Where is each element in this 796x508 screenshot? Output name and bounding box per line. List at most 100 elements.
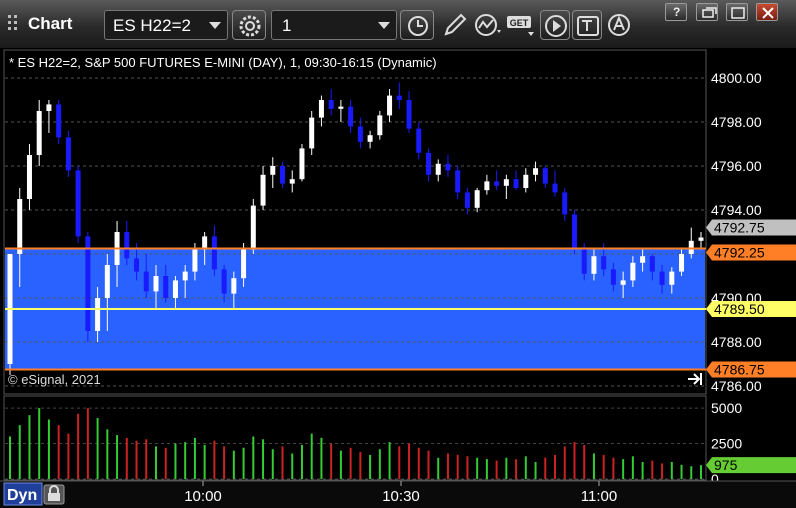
candle-body — [85, 236, 91, 331]
candle-body — [143, 271, 149, 292]
candle-body — [464, 192, 470, 208]
last-price-label: 4792.75 — [714, 220, 765, 236]
candle-body — [387, 95, 393, 116]
candle-body — [221, 269, 227, 294]
candle-body — [17, 199, 23, 254]
lock-button[interactable] — [43, 484, 65, 505]
candle-body — [367, 135, 373, 142]
interval-value: 1 — [282, 16, 292, 35]
volume-tick-label: 5000 — [711, 400, 742, 416]
candle-body — [396, 95, 402, 100]
candle-body — [581, 247, 587, 274]
candle-body — [571, 214, 577, 248]
close-button[interactable] — [756, 3, 778, 21]
maximize-button[interactable] — [726, 3, 748, 21]
chevron-down-icon — [378, 22, 390, 29]
symbol-dropdown[interactable]: ES H22=2 — [104, 10, 228, 40]
candle-body — [698, 237, 704, 241]
time-button[interactable] — [400, 10, 434, 40]
draw-tool-button[interactable] — [440, 10, 470, 40]
candle-body — [338, 106, 344, 109]
help-button[interactable]: ? — [665, 3, 687, 21]
candle-body — [211, 236, 217, 270]
candle-body — [260, 174, 266, 206]
candle-body — [172, 280, 178, 298]
candle-body — [309, 117, 315, 149]
price-tick-label: 4788.00 — [711, 334, 762, 350]
volume-tick-label: 2500 — [711, 436, 742, 452]
candle-body — [620, 280, 626, 285]
settings-button[interactable] — [232, 10, 266, 40]
candle-body — [523, 174, 529, 188]
candle-body — [445, 163, 451, 171]
candle-body — [610, 269, 616, 285]
price-tick-label: 4786.00 — [711, 378, 762, 394]
candle-body — [270, 166, 276, 175]
candle-body — [513, 179, 519, 188]
last-price-marker: 4792.75 — [706, 219, 796, 236]
lower-line-marker: 4786.75 — [706, 361, 796, 378]
mid-line-marker: 4789.50 — [706, 301, 796, 317]
candle-body — [46, 104, 52, 111]
candle-body — [65, 137, 71, 171]
volume-last-label: 975 — [714, 457, 738, 473]
time-tick-label: 10:00 — [184, 488, 222, 505]
get-button[interactable]: GET — [506, 10, 536, 40]
candle-body — [318, 100, 324, 118]
text-icon — [577, 16, 599, 36]
candle-body — [377, 115, 383, 136]
candle-body — [425, 152, 431, 175]
interval-dropdown[interactable]: 1 — [271, 10, 397, 40]
dyn-label: Dyn — [7, 487, 37, 504]
candle-body — [56, 104, 62, 138]
candle-body — [26, 155, 32, 199]
alert-icon — [608, 14, 630, 36]
restore-button[interactable] — [696, 3, 718, 21]
chart-area[interactable]: * ES H22=2, S&P 500 FUTURES E-MINI (DAY)… — [0, 48, 796, 508]
time-tick-label: 10:30 — [382, 488, 420, 505]
play-button[interactable] — [540, 10, 570, 40]
title-bar: Chart ES H22=2 1 GET ? — [0, 0, 796, 49]
watermark: © eSignal, 2021 — [8, 372, 101, 387]
upper-line-marker: 4792.25 — [706, 244, 796, 261]
candle-body — [348, 106, 354, 127]
candle-body — [659, 271, 665, 285]
candle-body — [552, 183, 558, 193]
grip-icon[interactable] — [7, 14, 21, 32]
candle-body — [182, 271, 188, 281]
play-icon — [545, 15, 567, 37]
candle-body — [357, 126, 363, 142]
candle-body — [163, 276, 169, 298]
candle-body — [250, 205, 256, 250]
candle-body — [484, 181, 490, 191]
candle-body — [542, 168, 548, 184]
candle-body — [562, 192, 568, 215]
candle-body — [36, 111, 42, 155]
candle-body — [192, 249, 198, 272]
chevron-down-icon — [209, 22, 221, 29]
get-label: GET — [510, 18, 529, 28]
study-icon — [475, 14, 501, 36]
candle-body — [75, 170, 81, 237]
study-button[interactable] — [472, 10, 504, 40]
candle-body — [669, 271, 675, 285]
time-tick-label: 11:00 — [581, 488, 617, 505]
candle-body — [649, 256, 655, 272]
candle-body — [124, 232, 130, 259]
candle-body — [630, 262, 636, 281]
clock-icon — [408, 16, 428, 36]
restore-icon — [702, 7, 717, 18]
candle-body — [679, 254, 685, 272]
dyn-button[interactable]: Dyn — [3, 482, 43, 506]
candle-body — [601, 256, 607, 270]
candle-body — [328, 100, 334, 109]
candle-body — [474, 190, 480, 208]
gear-icon — [239, 15, 261, 37]
alert-button[interactable] — [604, 10, 634, 40]
candle-body — [289, 179, 295, 184]
candle-body — [299, 148, 305, 180]
symbol-value: ES H22=2 — [113, 16, 191, 35]
candle-body — [95, 298, 101, 331]
text-tool-button[interactable] — [572, 10, 602, 40]
get-icon: GET — [507, 16, 534, 36]
